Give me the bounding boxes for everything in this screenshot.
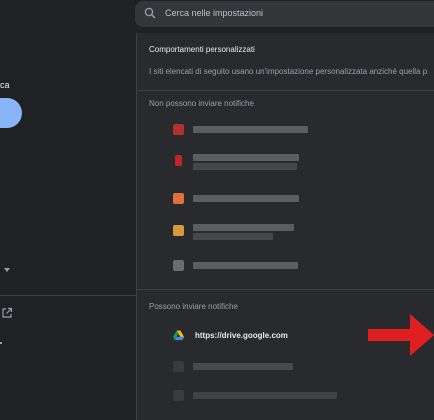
site-url: https://drive.google.com (195, 331, 288, 340)
chevron-down-icon[interactable] (4, 268, 10, 272)
blocked-site-row[interactable] (173, 220, 434, 242)
blurred-site-name (193, 392, 337, 399)
search-icon (144, 7, 156, 19)
site-favicon-icon (173, 260, 184, 271)
site-favicon-icon (173, 193, 184, 204)
settings-content: Comportamenti personalizzati I siti elen… (136, 33, 434, 420)
allowed-site-row[interactable] (173, 385, 434, 407)
divider (137, 90, 434, 91)
top-bar: Cerca nelle impostazioni (0, 0, 434, 33)
search-input[interactable]: Cerca nelle impostazioni (135, 1, 434, 27)
blurred-site-name (193, 126, 308, 133)
allowed-section-heading: Possono inviare notifiche (149, 302, 238, 311)
site-favicon-icon (173, 361, 184, 372)
blurred-site-name (193, 154, 299, 161)
sidebar-divider (0, 295, 136, 296)
sidebar-item-label[interactable]: ca (0, 80, 10, 90)
google-drive-icon (173, 330, 184, 341)
section-description: I siti elencati di seguito usano un'impo… (149, 67, 428, 76)
blurred-site-name (193, 262, 298, 269)
sidebar: ca (0, 33, 136, 420)
blocked-site-row[interactable] (173, 150, 434, 172)
blurred-site-detail (193, 233, 273, 240)
blurred-site-name (193, 363, 293, 370)
open-in-new-icon[interactable] (1, 307, 13, 319)
sidebar-item-partial (0, 342, 2, 344)
blurred-site-name (193, 224, 294, 231)
red-arrow-annotation (368, 314, 434, 356)
divider (137, 289, 434, 290)
page-title: Comportamenti personalizzati (149, 45, 255, 54)
site-favicon-icon (173, 390, 184, 401)
blurred-site-name (193, 195, 299, 202)
site-favicon-icon (173, 225, 184, 236)
sidebar-active-indicator[interactable] (0, 98, 22, 128)
blocked-section-heading: Non possono inviare notifiche (149, 99, 254, 108)
search-placeholder: Cerca nelle impostazioni (165, 8, 264, 18)
blocked-site-row[interactable] (173, 255, 434, 277)
blocked-site-row[interactable] (173, 119, 434, 141)
site-favicon-icon (175, 155, 182, 166)
allowed-site-row[interactable] (173, 356, 434, 378)
site-favicon-icon (173, 124, 184, 135)
blurred-site-detail (193, 163, 297, 170)
blocked-site-row[interactable] (173, 188, 434, 210)
